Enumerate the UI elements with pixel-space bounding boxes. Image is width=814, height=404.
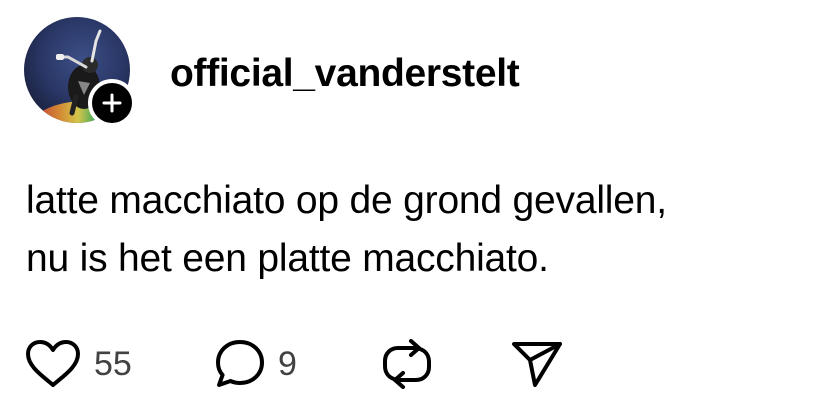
like-button[interactable]: 55: [24, 337, 132, 391]
post-text: latte macchiato op de grond gevallen, nu…: [26, 172, 806, 288]
like-count: 55: [94, 345, 132, 383]
username[interactable]: official_vanderstelt: [170, 50, 520, 98]
post-text-line: latte macchiato op de grond gevallen,: [26, 179, 667, 222]
repost-button[interactable]: [380, 337, 434, 391]
speech-bubble-icon: [216, 340, 264, 387]
avatar-container: [24, 17, 136, 127]
heart-icon: [26, 340, 80, 387]
reply-count: 9: [278, 345, 297, 383]
action-bar: 55 9: [24, 337, 624, 391]
send-icon: [512, 342, 562, 387]
reply-button[interactable]: 9: [214, 337, 297, 391]
share-button[interactable]: [510, 337, 564, 391]
repost-icon: [383, 339, 431, 389]
plus-icon: [102, 93, 122, 113]
follow-button[interactable]: [88, 79, 136, 127]
thread-post: official_vanderstelt latte macchiato op …: [0, 0, 814, 404]
post-text-line: nu is het een platte macchiato.: [26, 237, 549, 280]
